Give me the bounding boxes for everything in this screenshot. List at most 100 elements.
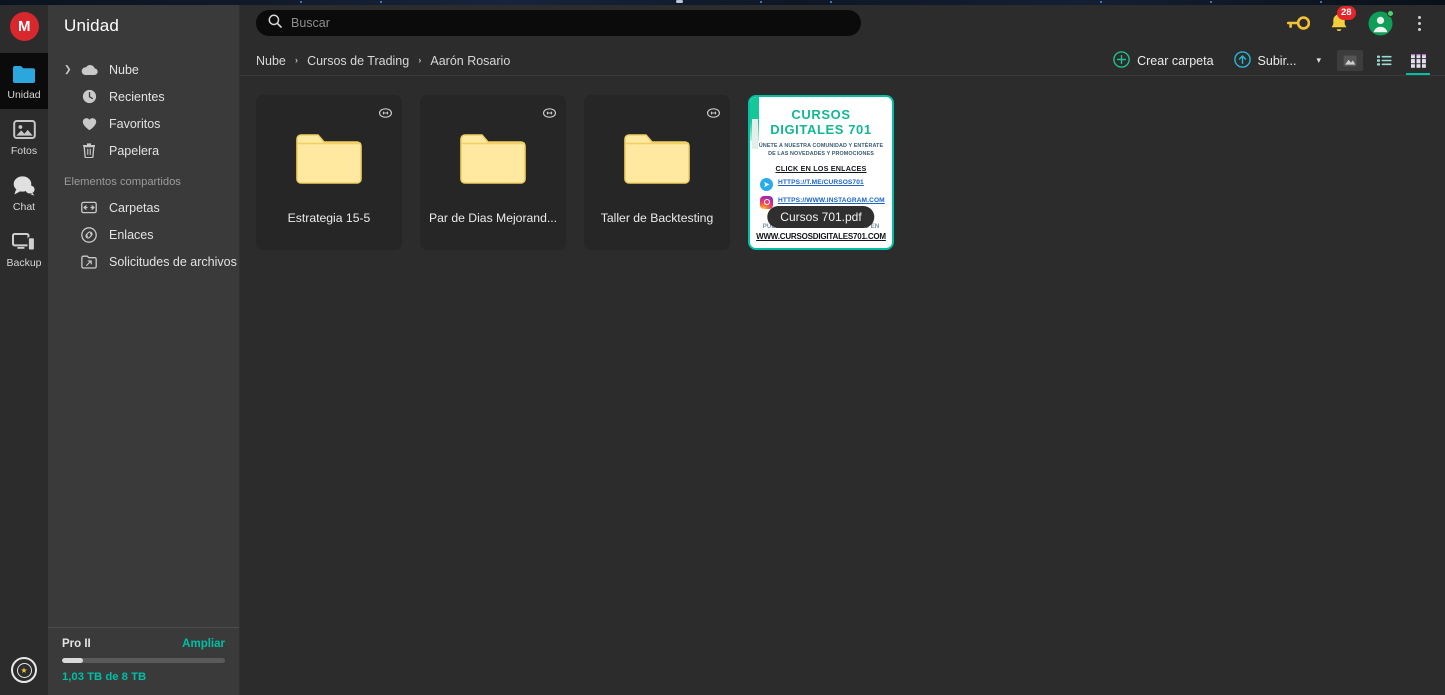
rail-item-chat[interactable]: Chat <box>0 165 48 221</box>
folder-glyph-icon <box>420 133 566 185</box>
sidebar-item-label: Solicitudes de archivos <box>109 254 237 269</box>
sidebar-title: Unidad <box>64 16 120 35</box>
sidebar-item-papelera[interactable]: Papelera <box>48 137 239 164</box>
storage-upgrade-link[interactable]: Ampliar <box>182 638 225 650</box>
rail-item-unidad[interactable]: Unidad <box>0 53 48 109</box>
backup-icon <box>11 230 37 254</box>
sidebar-item-nube[interactable]: ❯ Nube <box>48 56 239 83</box>
clock-icon <box>78 89 100 104</box>
pdf-footer-line-2: WWW.CURSOSDIGITALES701.COM <box>756 231 886 241</box>
file-name: Estrategia 15-5 <box>287 211 371 225</box>
shared-link-icon[interactable] <box>542 105 557 123</box>
sidebar-item-enlaces[interactable]: Enlaces <box>48 221 239 248</box>
pdf-ribbon-decoration-2 <box>752 119 758 149</box>
search-icon <box>268 14 282 33</box>
breadcrumb-item-0[interactable]: Nube <box>256 54 286 68</box>
file-grid: Estrategia 15-5 Par de Dias Mejorand... <box>240 76 1445 695</box>
storage-divider <box>48 627 239 628</box>
file-name: Taller de Backtesting <box>600 211 714 225</box>
list-view-button[interactable] <box>1371 50 1397 71</box>
trash-icon <box>78 143 100 158</box>
top-bar: 28 <box>240 0 1445 46</box>
app-rail: M Unidad Fotos Chat Backup ★ <box>0 0 48 695</box>
rail-bottom: ★ <box>11 657 37 683</box>
storage-panel: Pro II Ampliar 1,03 TB de 8 TB <box>48 627 239 695</box>
mega-drive-app: M Unidad Fotos Chat Backup ★ Unidad ❯ Nu… <box>0 0 1445 695</box>
upload-button[interactable]: Subir... <box>1224 47 1307 75</box>
storage-plan-label: Pro II <box>62 638 91 650</box>
folder-icon <box>11 62 37 86</box>
rail-item-label: Fotos <box>10 144 38 157</box>
thumbnail-view-button[interactable] <box>1337 50 1363 71</box>
rewards-icon[interactable]: ★ <box>11 657 37 683</box>
breadcrumb-item-2[interactable]: Aarón Rosario <box>430 54 510 68</box>
folder-glyph-icon <box>256 133 402 185</box>
breadcrumb: Nube › Cursos de Trading › Aarón Rosario <box>256 54 510 68</box>
link-icon <box>78 226 100 243</box>
online-status-dot <box>1387 9 1394 17</box>
notification-badge: 28 <box>1337 5 1356 20</box>
sidebar-item-favoritos[interactable]: Favoritos <box>48 110 239 137</box>
cloud-icon <box>78 64 100 76</box>
file-name: Par de Dias Mejorand... <box>428 211 558 225</box>
upload-circle-icon <box>1233 50 1251 71</box>
file-request-icon <box>78 255 100 269</box>
sidebar-item-label: Papelera <box>109 143 160 158</box>
heart-icon <box>78 117 100 131</box>
rail-item-fotos[interactable]: Fotos <box>0 109 48 165</box>
storage-progress-bar <box>62 658 225 663</box>
top-right-actions: 28 <box>1286 5 1431 36</box>
grid-view-button[interactable] <box>1405 50 1431 75</box>
more-options-icon[interactable] <box>1412 14 1427 33</box>
breadcrumb-toolbar-row: Nube › Cursos de Trading › Aarón Rosario… <box>240 46 1445 75</box>
sidebar-group-label: Elementos compartidos <box>64 176 181 188</box>
file-card-folder[interactable]: Estrategia 15-5 <box>256 95 402 250</box>
file-name: Cursos 701.pdf <box>767 206 875 228</box>
file-card-folder[interactable]: Taller de Backtesting <box>584 95 730 250</box>
shared-link-icon[interactable] <box>378 105 393 123</box>
shared-link-icon[interactable] <box>706 105 721 123</box>
sidebar-item-recientes[interactable]: Recientes <box>48 83 239 110</box>
sidebar: Unidad ❯ Nube Recientes Favoritos Papele… <box>48 0 240 695</box>
content-toolbar: Crear carpeta Subir... ▾ <box>1103 47 1431 75</box>
rail-item-label: Unidad <box>7 88 41 101</box>
storage-header: Pro II Ampliar <box>62 638 225 650</box>
user-avatar[interactable] <box>1368 9 1394 36</box>
pdf-title-line-2: DIGITALES 701 <box>770 122 872 137</box>
sidebar-nav: ❯ Nube Recientes Favoritos Papelera Elem… <box>48 56 239 275</box>
pdf-subtitle-line-1: ÚNETE A NUESTRA COMUNIDAD Y ENTÉRATE <box>758 143 884 149</box>
search-input[interactable] <box>291 16 861 30</box>
chevron-down-icon[interactable]: ▾ <box>1308 51 1329 70</box>
sidebar-item-solicitudes[interactable]: Solicitudes de archivos <box>48 248 239 275</box>
pdf-title-line-1: CURSOS <box>791 107 851 122</box>
file-card-folder[interactable]: Par de Dias Mejorand... <box>420 95 566 250</box>
rail-item-backup[interactable]: Backup <box>0 221 48 277</box>
chevron-right-icon[interactable]: ❯ <box>64 65 72 74</box>
instagram-icon <box>760 195 773 209</box>
rail-item-label: Chat <box>12 200 36 213</box>
photos-icon <box>11 118 37 142</box>
sidebar-item-carpetas[interactable]: Carpetas <box>48 194 239 221</box>
sidebar-item-label: Favoritos <box>109 116 161 131</box>
pdf-telegram-link: HTTPS://T.ME/CURSOS701 <box>778 178 864 186</box>
notifications-bell-icon[interactable]: 28 <box>1329 5 1356 34</box>
pdf-telegram-row: ➤ HTTPS://T.ME/CURSOS701 <box>754 177 888 191</box>
breadcrumb-item-1[interactable]: Cursos de Trading <box>307 54 409 68</box>
rewards-inner: ★ <box>16 662 32 678</box>
folder-glyph-icon <box>584 133 730 185</box>
desktop-background-strip <box>0 0 1445 5</box>
breadcrumb-separator: › <box>294 55 299 66</box>
key-icon[interactable] <box>1286 15 1310 31</box>
sidebar-item-label: Recientes <box>109 89 165 104</box>
create-folder-label: Crear carpeta <box>1137 53 1214 68</box>
storage-usage-text: 1,03 TB de 8 TB <box>62 671 147 683</box>
shared-folders-icon <box>78 201 100 214</box>
main-area: 28 Nube › Cursos de Trading › Aarón Rosa… <box>240 0 1445 695</box>
upload-label: Subir... <box>1257 53 1297 68</box>
breadcrumb-separator: › <box>418 55 422 66</box>
search-bar[interactable] <box>256 10 861 36</box>
create-folder-button[interactable]: Crear carpeta <box>1103 47 1223 75</box>
pdf-cta-text: CLICK EN LOS ENLACES <box>775 163 867 173</box>
file-card-pdf[interactable]: CURSOS DIGITALES 701 ÚNETE A NUESTRA COM… <box>748 95 894 250</box>
mega-logo[interactable]: M <box>9 12 39 41</box>
